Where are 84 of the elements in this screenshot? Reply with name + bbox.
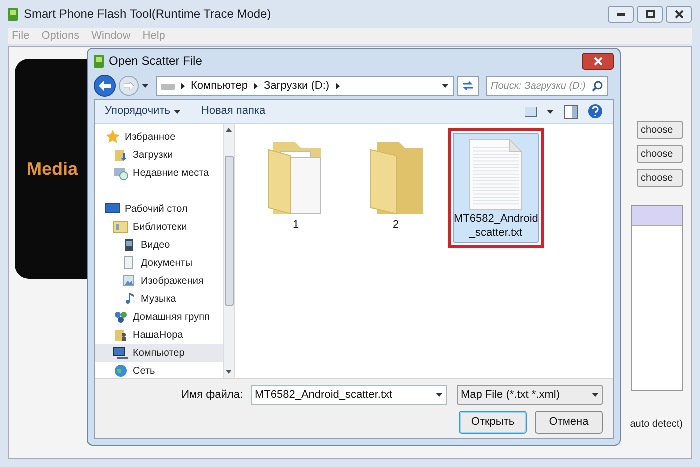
organize-button[interactable]: Упорядочить bbox=[105, 103, 182, 120]
choose-button[interactable]: choose bbox=[637, 145, 683, 163]
folder-item[interactable]: 1 bbox=[253, 133, 339, 235]
dialog-button[interactable]: Отмена bbox=[535, 411, 603, 434]
caret-icon bbox=[592, 393, 599, 397]
phone-logo: Media bbox=[27, 158, 78, 180]
list-header bbox=[632, 206, 682, 226]
nav-item[interactable]: Сеть bbox=[95, 362, 223, 380]
nav-item[interactable]: Компьютер bbox=[95, 344, 223, 362]
dialog-button[interactable]: Открыть bbox=[459, 411, 527, 434]
nav-item[interactable]: Музыка bbox=[95, 290, 223, 308]
nav-item[interactable]: Документы bbox=[95, 254, 223, 272]
status-text: auto detect) bbox=[630, 418, 683, 432]
search-input[interactable]: Поиск: Загрузки (D:) bbox=[491, 78, 592, 94]
recent-places-icon bbox=[113, 165, 129, 181]
close-icon bbox=[594, 56, 602, 66]
nav-item[interactable]: Недавние места bbox=[95, 164, 223, 182]
nav-item[interactable]: Библиотеки bbox=[95, 218, 223, 236]
file-type-select[interactable]: Map File (*.txt *.xml) bbox=[457, 385, 603, 405]
globe-icon bbox=[113, 363, 129, 379]
star-icon bbox=[105, 129, 121, 145]
file-name: 2 bbox=[392, 218, 400, 232]
filename-label: Имя файла: bbox=[182, 388, 243, 403]
scrollbar[interactable] bbox=[223, 124, 235, 378]
nav-item[interactable]: НашаНора bbox=[95, 326, 223, 344]
file-name: 1 bbox=[292, 218, 300, 232]
search-field[interactable]: Поиск: Загрузки (D:) bbox=[486, 76, 608, 96]
breadcrumb-item[interactable]: Загрузки (D:) bbox=[264, 78, 330, 94]
file-name: MT6582_Android _scatter.txt bbox=[454, 212, 538, 240]
minimize-icon bbox=[617, 12, 625, 16]
caret-icon bbox=[547, 110, 554, 114]
dialog-title: Open Scatter File bbox=[109, 53, 202, 70]
view-icon[interactable] bbox=[525, 106, 537, 116]
computer-icon bbox=[113, 345, 129, 361]
search-icon bbox=[592, 80, 603, 92]
file-type-text: Map File (*.txt *.xml) bbox=[461, 388, 560, 403]
choose-button[interactable]: choose bbox=[637, 169, 683, 187]
filename-field[interactable]: MT6582_Android_scatter.txt bbox=[251, 385, 447, 405]
help-icon[interactable] bbox=[588, 104, 603, 119]
nav-item[interactable]: Домашняя групп bbox=[95, 308, 223, 326]
chevron-icon bbox=[254, 82, 258, 90]
library-icon bbox=[113, 219, 129, 235]
filename-input[interactable]: MT6582_Android_scatter.txt bbox=[255, 386, 436, 404]
minimize-button[interactable] bbox=[608, 6, 634, 22]
close-icon bbox=[674, 10, 684, 18]
close-button[interactable] bbox=[666, 6, 692, 22]
picture-icon bbox=[121, 273, 137, 289]
history-caret-icon bbox=[142, 84, 149, 88]
nav-item[interactable]: Изображения bbox=[95, 272, 223, 290]
scroll-down-icon bbox=[226, 370, 232, 374]
close-button[interactable] bbox=[582, 52, 614, 70]
forward-arrow-icon bbox=[124, 82, 134, 90]
nav-item[interactable]: Рабочий стол bbox=[95, 200, 223, 218]
app-icon bbox=[94, 54, 104, 68]
caret-icon bbox=[436, 393, 443, 397]
nav-item[interactable]: Видео bbox=[95, 236, 223, 254]
caret-icon bbox=[174, 110, 182, 114]
drive-icon bbox=[161, 82, 175, 90]
maximize-button[interactable] bbox=[637, 6, 663, 22]
homegroup-icon bbox=[113, 309, 129, 325]
address-bar[interactable]: Компьютер Загрузки (D:) bbox=[156, 76, 454, 96]
chevron-icon bbox=[181, 82, 185, 90]
scroll-thumb[interactable] bbox=[224, 156, 234, 306]
caret-icon bbox=[442, 84, 449, 88]
refresh-arrows-icon bbox=[462, 81, 474, 91]
text-file-icon bbox=[468, 138, 524, 212]
scroll-up-icon bbox=[226, 128, 232, 132]
back-button[interactable] bbox=[94, 75, 116, 97]
choose-button[interactable]: choose bbox=[637, 121, 683, 139]
preview-pane-icon[interactable] bbox=[564, 104, 578, 118]
nav-item[interactable]: Загрузки bbox=[95, 146, 223, 164]
chevron-icon bbox=[336, 82, 340, 90]
folder-item[interactable]: 2 bbox=[353, 133, 439, 235]
folder-arrow-icon bbox=[113, 147, 129, 163]
new-folder-button[interactable]: Новая папка bbox=[201, 103, 266, 120]
nav-item[interactable]: Избранное bbox=[95, 128, 223, 146]
window-title: Smart Phone Flash Tool(Runtime Trace Mode) bbox=[24, 6, 272, 23]
back-arrow-icon bbox=[99, 81, 111, 91]
document-item[interactable]: MT6582_Android _scatter.txt bbox=[453, 133, 539, 243]
breadcrumb-item[interactable]: Компьютер bbox=[191, 78, 248, 94]
user-folder-icon bbox=[113, 327, 129, 343]
app-icon bbox=[8, 8, 18, 20]
refresh-button[interactable] bbox=[457, 76, 479, 96]
maximize-icon bbox=[646, 10, 654, 18]
